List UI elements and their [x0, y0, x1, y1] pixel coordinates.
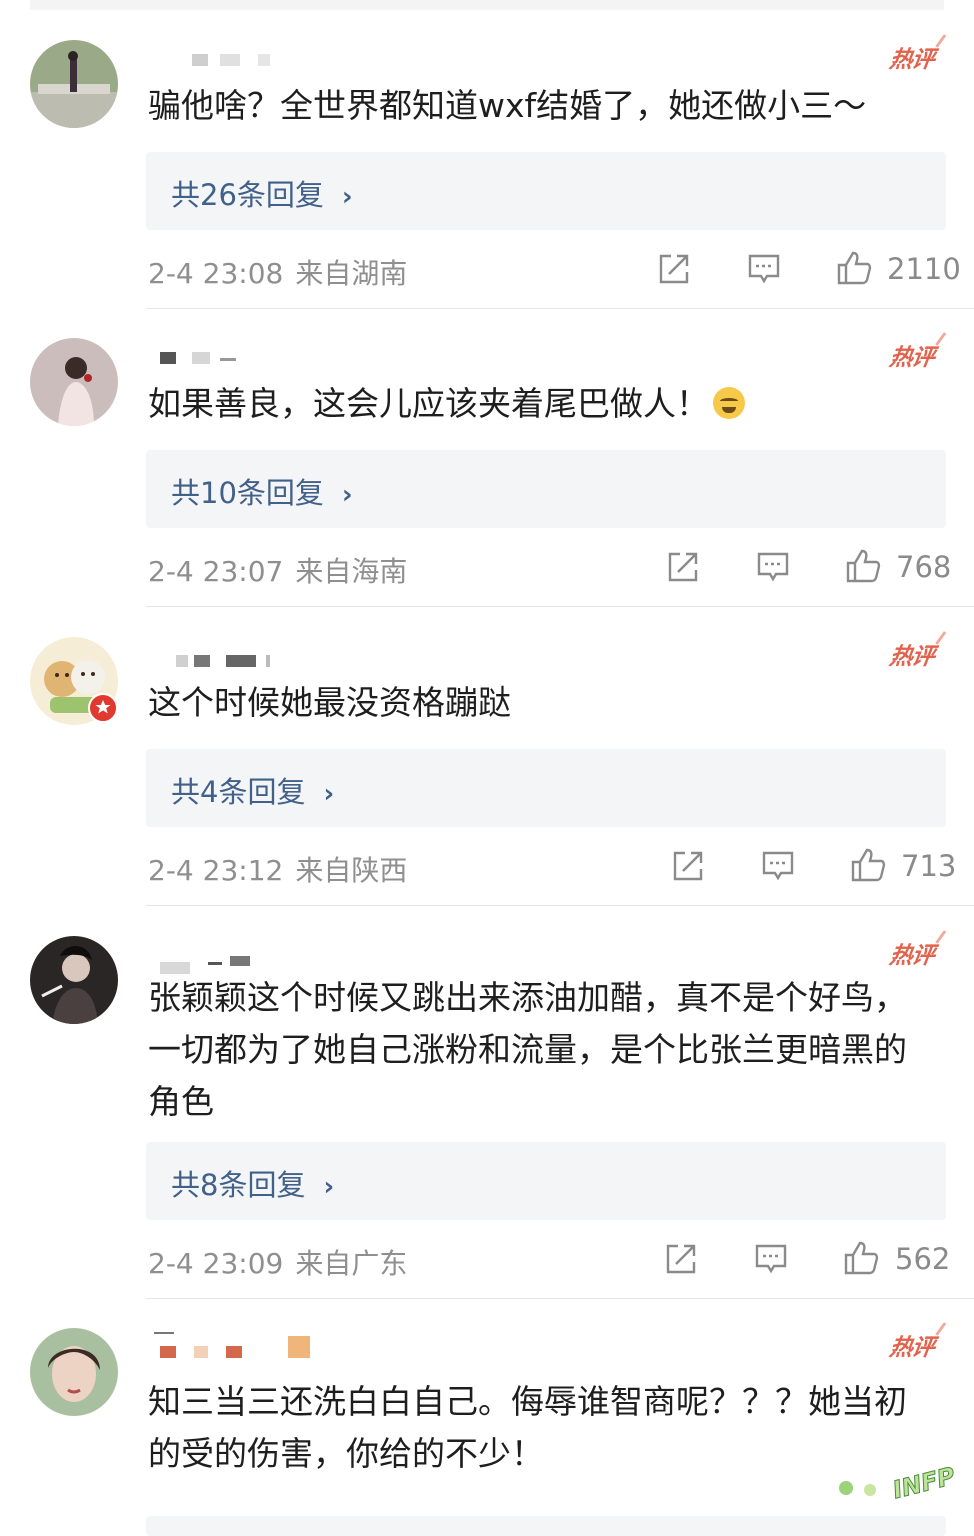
share-icon[interactable]	[664, 1242, 698, 1276]
comment-text-body: 如果善良，这会儿应该夹着尾巴做人！	[148, 384, 709, 423]
comment-icon[interactable]	[754, 1242, 788, 1276]
hot-comment-badge: 热评	[888, 637, 937, 671]
watermark-text: INFP	[890, 1462, 958, 1502]
like-count: 768	[896, 550, 952, 584]
comment-icon[interactable]	[747, 252, 781, 286]
divider	[146, 905, 974, 906]
divider	[146, 308, 974, 309]
comment-text: 如果善良，这会儿应该夹着尾巴做人！	[148, 378, 938, 430]
chevron-right-icon: ›	[323, 779, 335, 809]
divider	[146, 606, 974, 607]
reply-count-label: 共26条回复	[171, 178, 324, 212]
hot-comment-badge: 热评	[888, 1328, 937, 1362]
reply-count-label: 共8条回复	[171, 1168, 306, 1202]
location: 来自湖南	[295, 257, 408, 290]
avatar[interactable]	[30, 1328, 118, 1416]
watermark-logo: INFP	[839, 1461, 959, 1502]
hot-comment-badge: 热评	[888, 936, 937, 970]
avatar[interactable]	[30, 40, 118, 128]
like-count: 713	[901, 849, 957, 883]
thumbs-up-icon[interactable]	[845, 548, 881, 584]
location: 来自陕西	[295, 854, 408, 887]
like-count: 2110	[887, 252, 961, 286]
comment-meta: 2-4 23:12 来自陕西	[148, 849, 407, 889]
avatar[interactable]	[30, 936, 118, 1024]
crying-face-emoji	[713, 387, 745, 419]
chevron-right-icon: ›	[341, 480, 353, 510]
thumbs-up-icon[interactable]	[850, 847, 886, 883]
previous-comment-edge	[30, 0, 944, 10]
comment-meta: 2-4 23:08 来自湖南	[148, 252, 407, 292]
timestamp: 2-4 23:08	[148, 257, 284, 290]
reply-count-label: 共4条回复	[171, 775, 306, 809]
view-replies-button[interactable]: 共10条回复 ›	[146, 450, 946, 528]
verified-badge-icon	[88, 693, 118, 723]
like-count: 562	[895, 1242, 951, 1276]
chevron-right-icon: ›	[341, 182, 353, 212]
avatar[interactable]	[30, 338, 118, 426]
timestamp: 2-4 23:09	[148, 1247, 284, 1280]
view-replies-button[interactable]: 共8条回复 ›	[146, 1142, 946, 1220]
share-icon[interactable]	[666, 550, 700, 584]
view-replies-button[interactable]: 共26条回复 ›	[146, 152, 946, 230]
hot-comment-badge: 热评	[888, 338, 937, 372]
username-redacted[interactable]	[150, 645, 310, 671]
comment-text: 知三当三还洗白白自己。侮辱谁智商呢？？？她当初的受的伤害，你给的不少！	[148, 1382, 907, 1473]
comment-text: 张颖颖这个时候又跳出来添油加醋，真不是个好鸟，一切都为了她自己涨粉和流量，是个比…	[148, 978, 907, 1121]
hot-comment-badge: 热评	[888, 40, 937, 74]
share-icon[interactable]	[657, 252, 691, 286]
username-redacted[interactable]	[150, 342, 310, 368]
thumbs-up-icon[interactable]	[836, 250, 872, 286]
comment-meta: 2-4 23:07 来自海南	[148, 550, 407, 590]
comment-icon[interactable]	[756, 550, 790, 584]
location: 来自海南	[295, 555, 408, 588]
share-icon[interactable]	[671, 849, 705, 883]
comment-meta: 2-4 23:09 来自广东	[148, 1242, 407, 1282]
thumbs-up-icon[interactable]	[843, 1240, 879, 1276]
username-redacted[interactable]	[150, 1332, 310, 1362]
reply-count-label: 共10条回复	[171, 476, 324, 510]
chevron-right-icon: ›	[323, 1172, 335, 1202]
timestamp: 2-4 23:07	[148, 555, 284, 588]
view-replies-button[interactable]: 共4条回复 ›	[146, 749, 946, 827]
timestamp: 2-4 23:12	[148, 854, 284, 887]
username-redacted[interactable]	[150, 44, 310, 70]
comment-icon[interactable]	[761, 849, 795, 883]
divider	[146, 1298, 974, 1299]
comment-text: 这个时候她最没资格蹦跶	[148, 683, 511, 722]
location: 来自广东	[295, 1247, 408, 1280]
reply-box-partial	[146, 1516, 946, 1536]
comment-text: 骗他啥？全世界都知道wxf结婚了，她还做小三～	[148, 86, 867, 125]
